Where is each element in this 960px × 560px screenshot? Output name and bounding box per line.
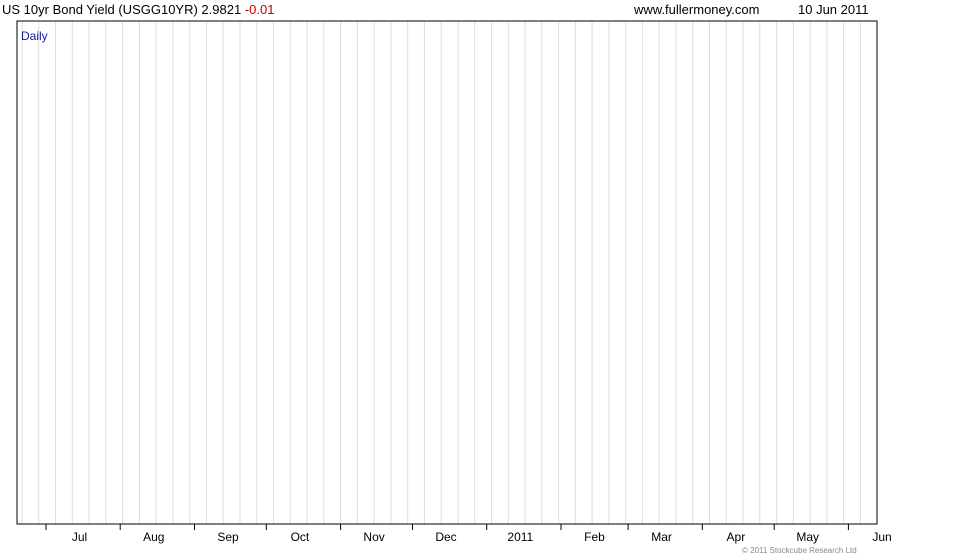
x-month-label: Mar	[651, 530, 672, 544]
copyright-notice: © 2011 Stockcube Research Ltd	[742, 546, 857, 555]
x-month-label: 2011	[507, 530, 533, 544]
period-label: Daily	[21, 29, 48, 43]
x-month-label: Aug	[143, 530, 164, 544]
x-month-label: Jun	[872, 530, 891, 544]
x-month-label: Apr	[727, 530, 746, 544]
plot-frame	[16, 20, 878, 525]
x-month-label: Oct	[291, 530, 310, 544]
grid-lines	[21, 21, 861, 524]
price-chart: 2.42.62.833.23.43.63.8 JulAugSepOctNovDe…	[16, 20, 892, 544]
x-month-label: May	[796, 530, 819, 544]
x-month-label: Jul	[72, 530, 87, 544]
x-axis: Jul Aug Sep Oct Nov Dec 2011 Feb Mar Apr May Jun	[45, 524, 892, 544]
x-month-label: Nov	[363, 530, 384, 544]
x-month-label: Dec	[435, 530, 456, 544]
x-month-label: Sep	[217, 530, 239, 544]
x-month-label: Feb	[584, 530, 605, 544]
